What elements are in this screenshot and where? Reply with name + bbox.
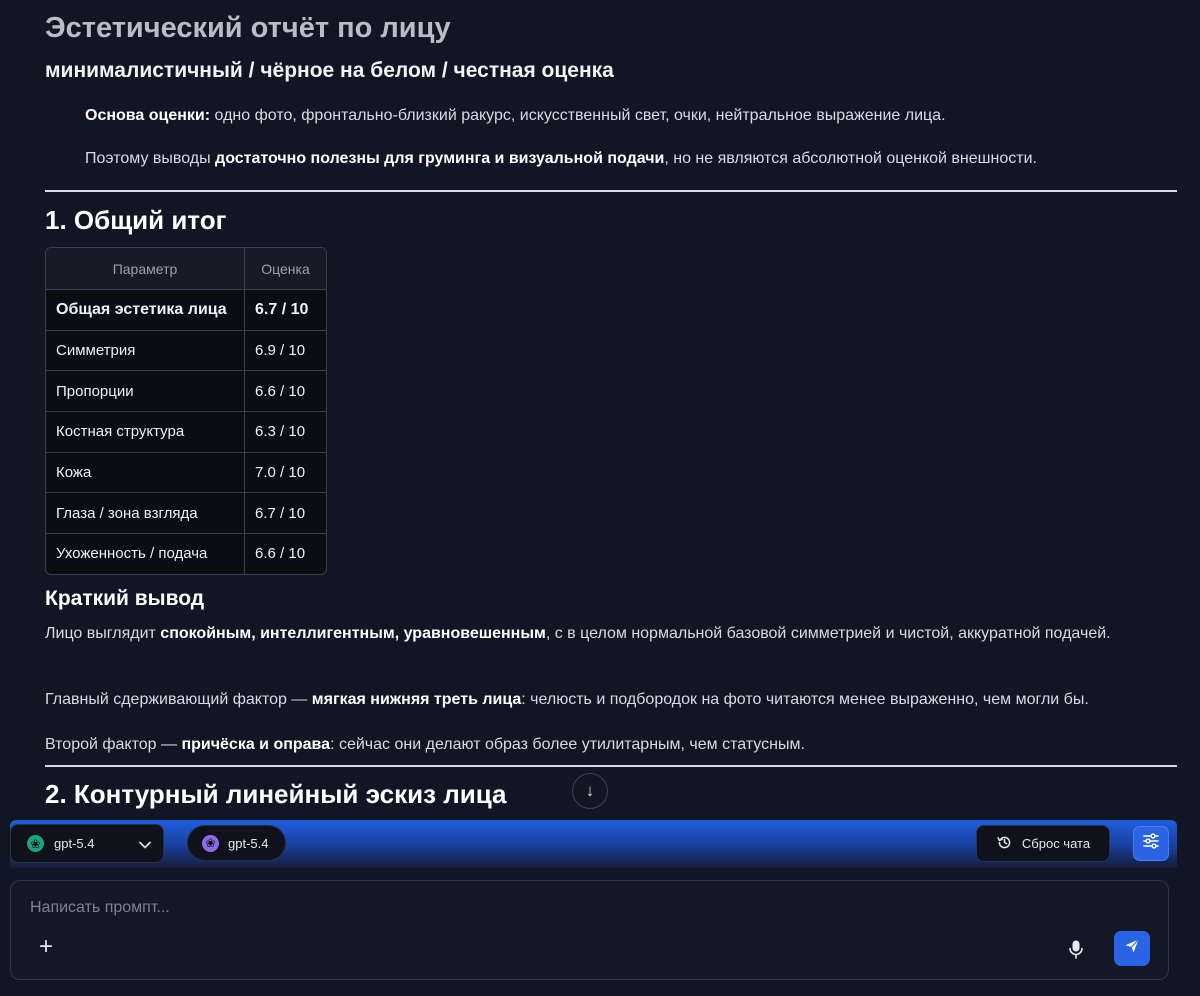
model-pill[interactable]: ❀ gpt-5.4	[187, 825, 286, 861]
table-cell-param: Костная структура	[46, 412, 245, 452]
disclaimer-text-bold: достаточно полезны для груминга и визуал…	[215, 150, 665, 167]
section-title-summary: 1. Общий итог	[45, 205, 227, 235]
disclaimer-text-end: , но не являются абсолютной оценкой внеш…	[664, 150, 1037, 167]
table-cell-param: Кожа	[46, 452, 245, 493]
summary-p1-end: , с в целом нормальной базовой симметрие…	[545, 625, 1111, 642]
reset-chat-label: Сброс чата	[1021, 836, 1091, 851]
summary-p2-end: : челюсть и подбородок на фото читаются …	[521, 691, 1089, 708]
table-row: Пропорции 6.6 / 10	[46, 370, 326, 412]
openai-icon: ❀	[202, 834, 219, 852]
table-row: Глаза / зона взгляда 6.7 / 10	[46, 492, 326, 534]
chevron-down-icon	[139, 836, 151, 852]
summary-p2-bold: мягкая нижняя треть лица	[311, 691, 522, 708]
summary-paragraph-3: Второй фактор — причёска и оправа: сейча…	[45, 734, 1155, 756]
microphone-icon[interactable]	[1067, 938, 1085, 960]
table-cell-param: Пропорции	[46, 371, 245, 412]
table-cell-param: Глаза / зона взгляда	[46, 493, 245, 534]
sliders-icon	[1142, 833, 1160, 854]
plus-icon[interactable]: +	[39, 935, 53, 959]
divider	[45, 190, 1177, 192]
send-button[interactable]	[1114, 931, 1150, 966]
table-cell-score: 6.6 / 10	[255, 545, 306, 563]
divider	[45, 765, 1177, 767]
disclaimer-text-start: Поэтому выводы	[85, 150, 216, 167]
table-cell-score: 6.9 / 10	[255, 342, 306, 360]
table-cell-score: 6.7 / 10	[255, 504, 306, 522]
model-pill-label: gpt-5.4	[228, 835, 269, 851]
table-header-score: Оценка	[261, 260, 310, 277]
table-row: Симметрия 6.9 / 10	[46, 329, 326, 371]
history-icon	[996, 834, 1013, 854]
report-subtitle: минималистичный / чёрное на белом / чест…	[45, 59, 614, 82]
settings-button[interactable]	[1133, 826, 1169, 861]
summary-p1-start: Лицо выглядит	[45, 625, 161, 642]
send-icon	[1124, 938, 1140, 959]
summary-p2-start: Главный сдерживающий фактор —	[45, 691, 312, 708]
table-header-row: Параметр Оценка	[46, 248, 326, 289]
summary-p3-start: Второй фактор —	[45, 736, 182, 753]
prompt-input[interactable]	[30, 897, 1030, 919]
prompt-box: +	[10, 880, 1169, 980]
section-title-sketch: 2. Контурный линейный эскиз лица	[45, 779, 507, 809]
model-selector-label: gpt-5.4	[54, 836, 95, 851]
table-cell-score: 6.7 / 10	[255, 300, 309, 318]
table-header-param: Параметр	[46, 248, 245, 289]
table-cell-score: 6.3 / 10	[255, 423, 306, 441]
table-row: Общая эстетика лица 6.7 / 10	[46, 289, 326, 330]
openai-icon: ❀	[27, 835, 44, 852]
table-row: Костная структура 6.3 / 10	[46, 411, 326, 452]
summary-paragraph-2: Главный сдерживающий фактор — мягкая ниж…	[45, 689, 1155, 711]
table-row: Ухоженность / подача 6.6 / 10	[46, 533, 326, 574]
model-selector[interactable]: ❀ gpt-5.4	[10, 824, 164, 863]
basis-text: одно фото, фронтально-близкий ракурс, ис…	[210, 107, 946, 124]
table-cell-param: Симметрия	[46, 330, 245, 371]
reset-chat-button[interactable]: Сброс чата	[976, 825, 1110, 862]
disclaimer-note: Поэтому выводы достаточно полезны для гр…	[85, 150, 1037, 168]
scores-table: Параметр Оценка Общая эстетика лица 6.7 …	[45, 247, 327, 575]
summary-p1-bold: спокойным, интеллигентным, уравновешенны…	[160, 625, 546, 642]
basis-note: Основа оценки: одно фото, фронтально-бли…	[85, 107, 946, 125]
report-title: Эстетический отчёт по лицу	[45, 12, 451, 44]
table-row: Кожа 7.0 / 10	[46, 451, 326, 493]
table-cell-param: Ухоженность / подача	[46, 534, 245, 574]
arrow-down-icon: ↓	[585, 781, 595, 800]
summary-title: Краткий вывод	[45, 587, 205, 610]
table-cell-score: 7.0 / 10	[255, 464, 306, 482]
basis-label: Основа оценки:	[85, 107, 211, 124]
table-cell-param: Общая эстетика лица	[46, 290, 245, 330]
summary-p3-end: : сейчас они делают образ более утилитар…	[330, 736, 805, 753]
summary-p3-bold: причёска и оправа	[181, 736, 331, 753]
table-cell-score: 6.6 / 10	[255, 382, 306, 400]
scroll-down-button[interactable]: ↓	[572, 773, 608, 809]
summary-paragraph-1: Лицо выглядит спокойным, интеллигентным,…	[45, 623, 1155, 645]
